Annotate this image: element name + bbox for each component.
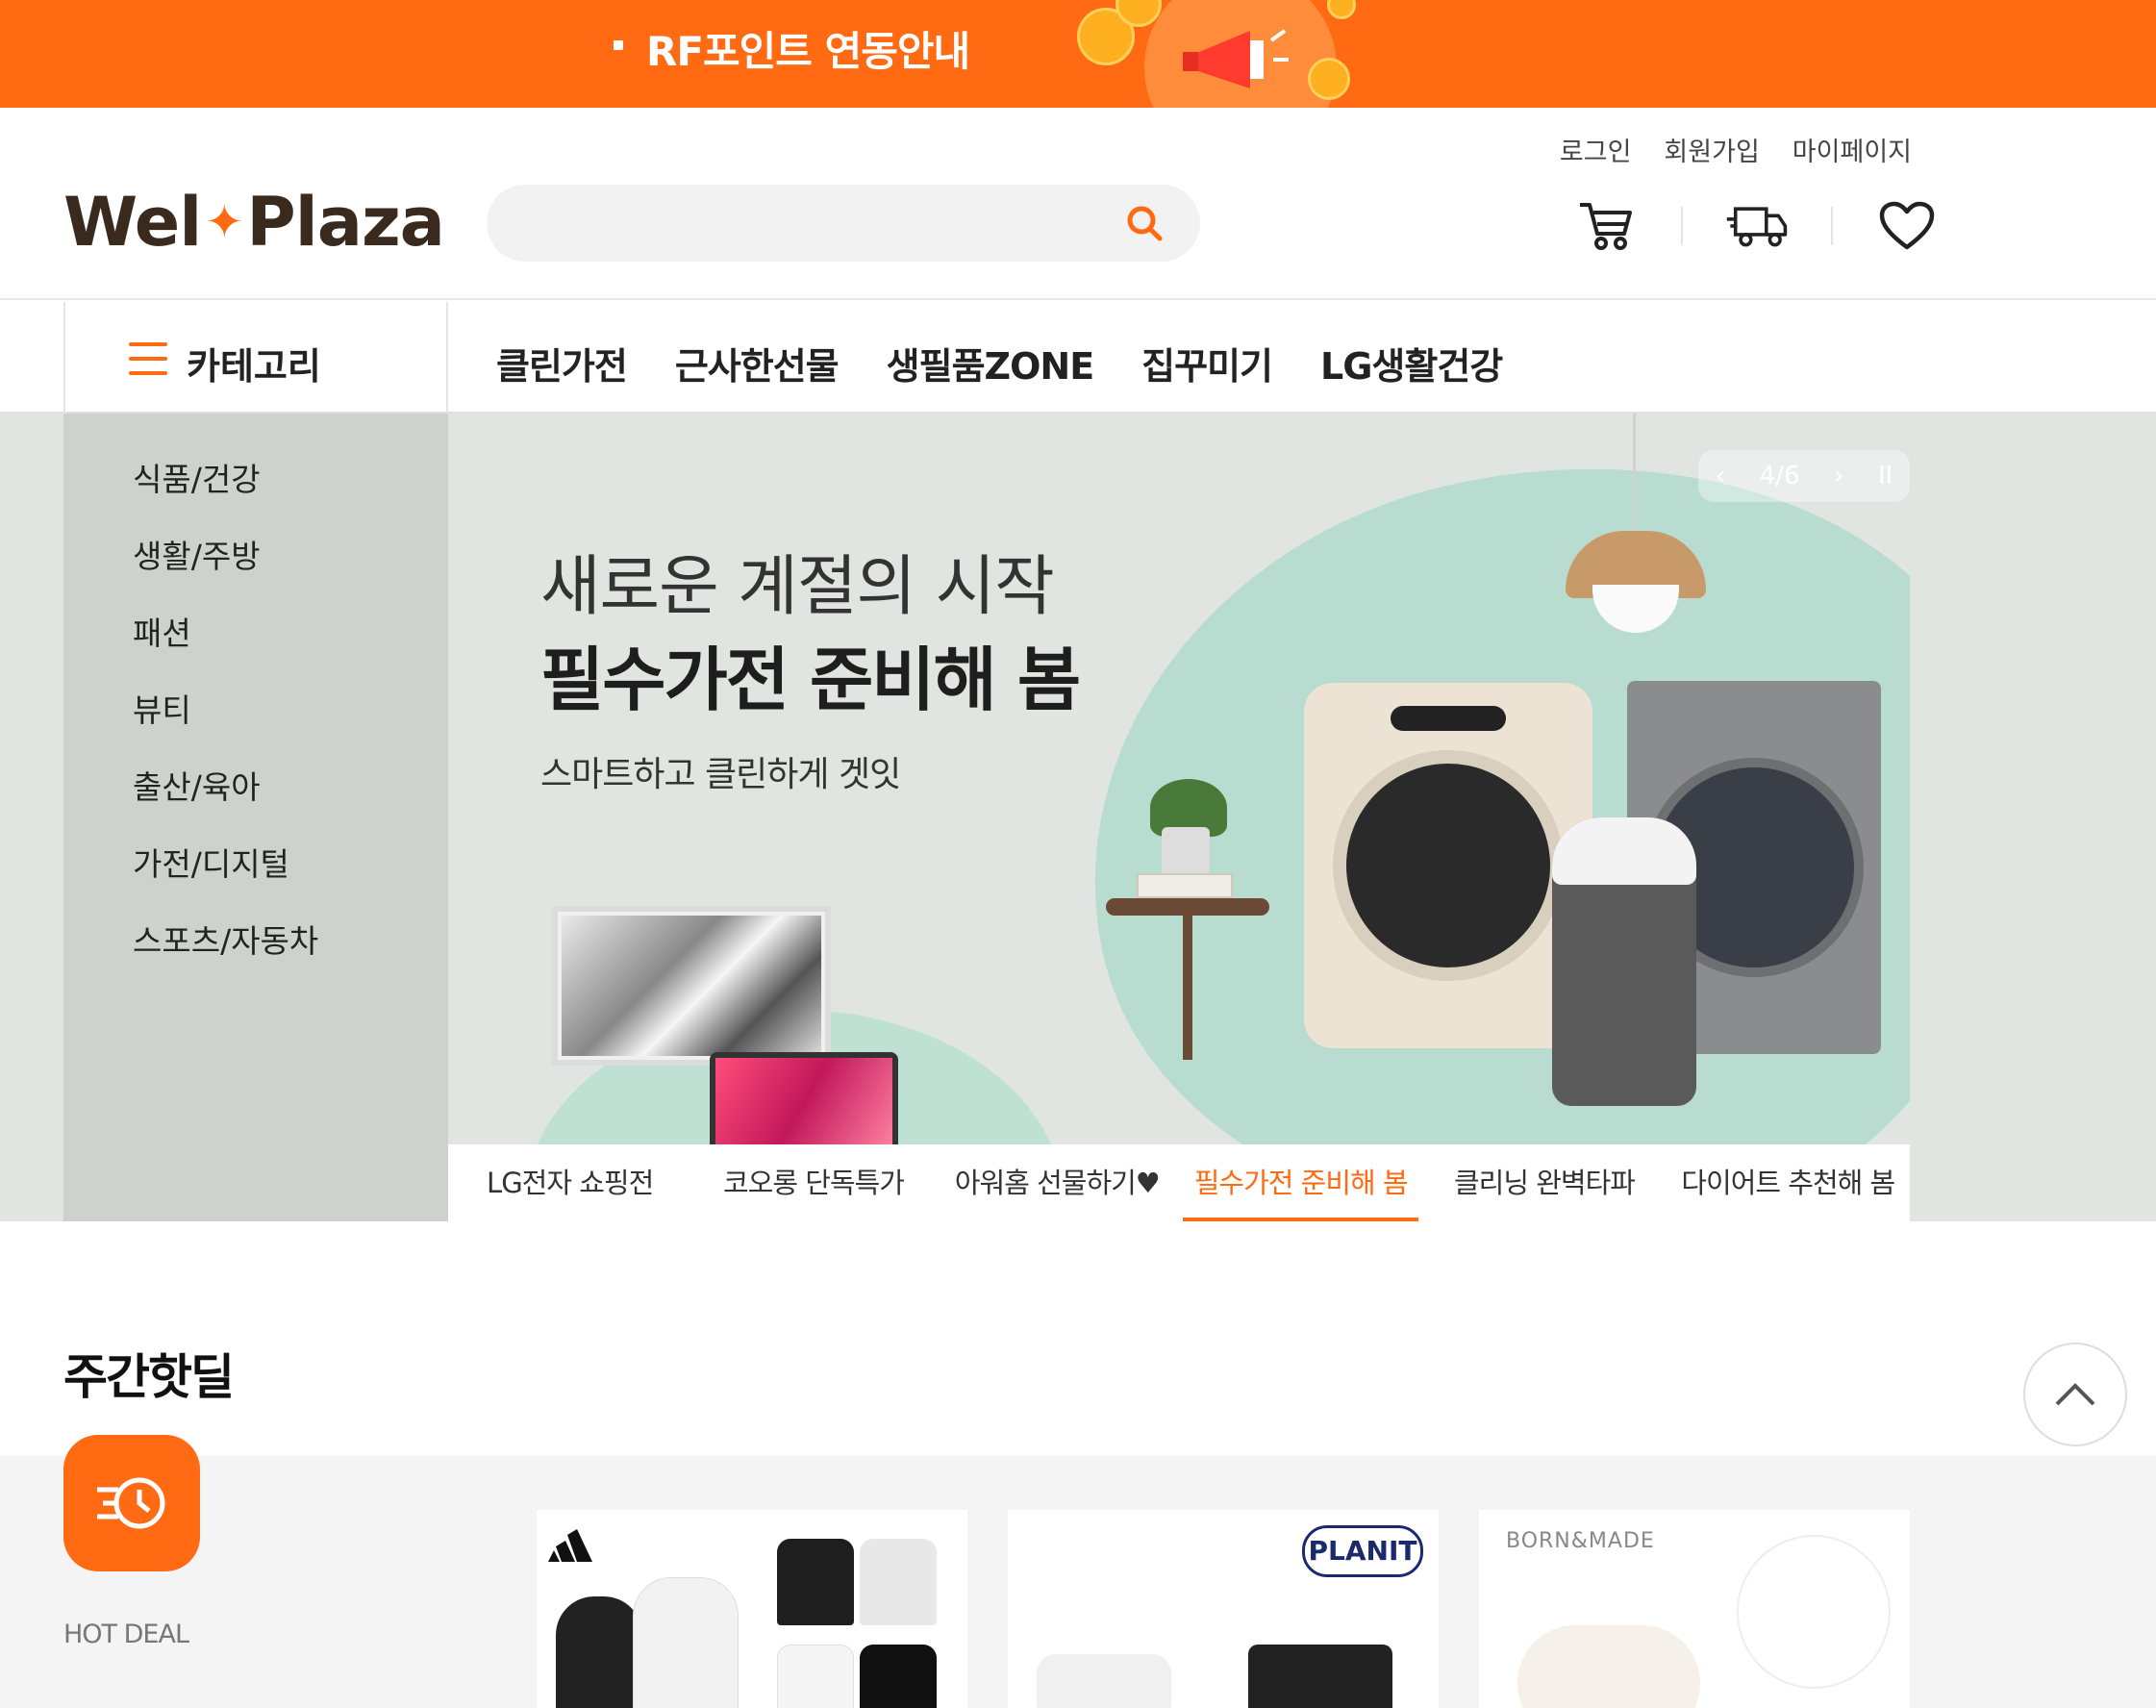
laptop-image	[710, 1052, 898, 1144]
cart-icon	[1580, 203, 1632, 250]
gnb-item-clean-appliance[interactable]: 클린가전	[496, 337, 628, 389]
header-icon-group	[1575, 194, 1939, 258]
promo-bullet	[614, 40, 623, 50]
product-card[interactable]: BORN&MADE	[1479, 1510, 1910, 1708]
icon-divider	[1681, 207, 1683, 245]
logo-star-icon: ✦	[205, 195, 243, 249]
delivery-button[interactable]	[1725, 194, 1789, 258]
side-category-fashion[interactable]: 패션	[133, 617, 318, 694]
banner-tab-kolon[interactable]: 코오롱 단독특가	[691, 1144, 935, 1221]
banner-tab-ourhome[interactable]: 아워홈 선물하기♥	[936, 1144, 1179, 1221]
air-purifier-image	[1552, 817, 1696, 1106]
appliance-image	[1037, 1654, 1171, 1708]
sweatshirt-image	[860, 1645, 937, 1708]
sweatshirt-image	[777, 1539, 854, 1625]
main-banner[interactable]: 새로운 계절의 시작 필수가전 준비해 봄 스마트하고 클린하게 겟잇 ‹ 4/…	[448, 414, 1910, 1144]
dryer-image	[1304, 683, 1592, 1048]
prev-arrow-icon[interactable]: ‹	[1716, 462, 1725, 490]
wishlist-button[interactable]	[1875, 194, 1939, 258]
logo-text-right: Plaza	[246, 183, 445, 262]
product-detail-circle	[1737, 1535, 1891, 1689]
megaphone-icon	[1183, 29, 1289, 88]
search-input[interactable]	[515, 198, 1092, 248]
model-image	[556, 1596, 642, 1708]
adidas-logo-icon	[548, 1529, 592, 1562]
side-category-baby[interactable]: 출산/육아	[133, 771, 318, 848]
sweatshirt-image	[860, 1539, 937, 1625]
hot-deal-badge	[63, 1435, 200, 1571]
books-image	[1137, 873, 1233, 898]
signup-link[interactable]: 회원가입	[1664, 131, 1759, 168]
promo-text: RF포인트 연동안내	[646, 28, 970, 75]
banner-tab-diet[interactable]: 다이어트 추천해 봄	[1667, 1144, 1910, 1221]
imac-image	[552, 906, 831, 1066]
welplaza-logo[interactable]: Wel✦Plaza	[63, 183, 445, 262]
mypage-link[interactable]: 마이페이지	[1792, 131, 1912, 168]
side-category-beauty[interactable]: 뷰티	[133, 694, 318, 771]
banner-tab-appliance[interactable]: 필수가전 준비해 봄	[1179, 1144, 1422, 1221]
side-category-living-kitchen[interactable]: 생활/주방	[133, 540, 318, 617]
search-icon[interactable]	[1125, 204, 1164, 242]
product-card[interactable]: PLANIT	[1008, 1510, 1439, 1708]
banner-headline-1: 새로운 계절의 시작	[540, 549, 1055, 625]
gnb-menu: 클린가전 근사한선물 생필품ZONE 집꾸미기 LG생활건강	[496, 337, 1503, 389]
coin-icon	[1327, 0, 1356, 19]
heart-icon	[1879, 201, 1935, 250]
gnb-item-lg-household[interactable]: LG생활건강	[1320, 337, 1503, 389]
category-label: 카테고리	[187, 345, 321, 388]
logo-text-left: Wel	[63, 183, 202, 262]
gnb-item-gift[interactable]: 근사한선물	[675, 337, 840, 389]
side-category-panel: 식품/건강 생활/주방 패션 뷰티 출산/육아 가전/디지털 스포츠/자동차	[63, 414, 448, 1221]
banner-tab-lg[interactable]: LG전자 쇼핑전	[448, 1144, 691, 1221]
next-arrow-icon[interactable]: ›	[1834, 462, 1843, 490]
born-made-brand-logo: BORN&MADE	[1506, 1529, 1655, 1553]
coin-icon	[1308, 58, 1350, 100]
banner-headline-2: 필수가전 준비해 봄	[540, 640, 1081, 720]
gnb-item-necessities[interactable]: 생필품ZONE	[887, 337, 1094, 389]
side-category-food-health[interactable]: 식품/건강	[133, 464, 318, 540]
main-navigation: 카테고리 클린가전 근사한선물 생필품ZONE 집꾸미기 LG생활건강	[0, 302, 2156, 414]
scroll-top-button[interactable]	[2023, 1343, 2127, 1446]
banner-subline: 스마트하고 클린하게 겟잇	[540, 755, 901, 794]
pendant-lamp	[1633, 414, 1636, 539]
plant-pot-image	[1162, 827, 1210, 875]
delivery-truck-icon	[1726, 207, 1788, 247]
planit-brand-logo: PLANIT	[1302, 1525, 1423, 1577]
category-button[interactable]: 카테고리	[63, 302, 448, 414]
banner-tab-cleaning[interactable]: 클리닝 완벽타파	[1422, 1144, 1666, 1221]
banner-pager: ‹ 4/6 › II	[1698, 450, 1910, 502]
cart-button[interactable]	[1575, 194, 1639, 258]
side-category-digital[interactable]: 가전/디지털	[133, 848, 318, 925]
pager-count: 4/6	[1759, 462, 1800, 490]
product-card[interactable]	[537, 1510, 967, 1708]
hamburger-icon	[129, 342, 167, 375]
side-category-sports-car[interactable]: 스포츠/자동차	[133, 925, 318, 1002]
login-link[interactable]: 로그인	[1560, 131, 1632, 168]
sweatshirt-image	[777, 1645, 854, 1708]
search-bar	[487, 185, 1200, 262]
chevron-up-icon	[2055, 1383, 2095, 1406]
side-table-leg	[1183, 916, 1192, 1060]
icon-divider	[1831, 207, 1833, 245]
pause-icon[interactable]: II	[1878, 462, 1893, 490]
banner-tabs: LG전자 쇼핑전 코오롱 단독특가 아워홈 선물하기♥ 필수가전 준비해 봄 클…	[448, 1144, 1910, 1221]
steamer-image	[1517, 1625, 1700, 1708]
section-title-weekly-hot-deal: 주간핫딜	[63, 1349, 235, 1405]
hero-section: 식품/건강 생활/주방 패션 뷰티 출산/육아 가전/디지털 스포츠/자동차 새…	[0, 414, 2156, 1221]
fast-clock-icon	[97, 1477, 165, 1529]
gnb-item-interior[interactable]: 집꾸미기	[1141, 337, 1273, 389]
model-image	[633, 1577, 739, 1708]
promo-banner[interactable]: RF포인트 연동안내	[0, 0, 2156, 108]
site-header: Wel✦Plaza 로그인 회원가입 마이페이지	[0, 108, 2156, 300]
utility-links: 로그인 회원가입 마이페이지	[1560, 131, 1912, 168]
side-table-image	[1106, 898, 1269, 916]
appliance-image	[1248, 1645, 1392, 1708]
hot-deal-label: HOT DEAL	[63, 1620, 189, 1649]
